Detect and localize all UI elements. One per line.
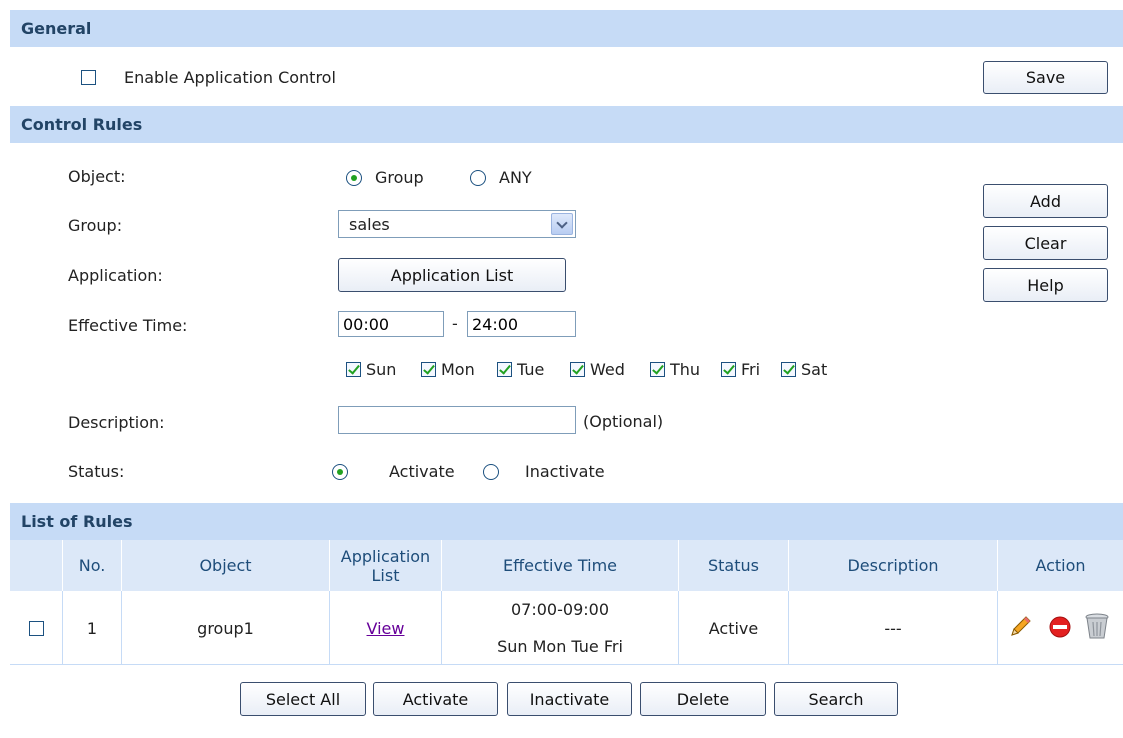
general-section-header: General (10, 10, 1123, 47)
trash-icon[interactable] (1084, 612, 1110, 640)
object-any-label: ANY (499, 168, 532, 187)
activate-button[interactable]: Activate (373, 682, 498, 716)
row-status: Active (679, 591, 789, 665)
effective-time-start-input[interactable] (338, 311, 444, 337)
description-label: Description: (68, 413, 165, 432)
day-sun-label: Sun (366, 360, 397, 379)
row-object: group1 (122, 591, 330, 665)
application-list-button[interactable]: Application List (338, 258, 566, 292)
object-group-label: Group (375, 168, 424, 187)
header-action: Action (1035, 556, 1086, 575)
effective-time-label: Effective Time: (68, 316, 188, 335)
day-sat-label: Sat (801, 360, 828, 379)
delete-button[interactable]: Delete (640, 682, 766, 716)
row-time-days: Sun Mon Tue Fri (497, 637, 623, 656)
enable-application-control-label: Enable Application Control (124, 68, 336, 87)
row-no: 1 (63, 591, 122, 665)
day-wed-checkbox[interactable] (570, 362, 585, 377)
status-inactivate-label: Inactivate (525, 462, 605, 481)
day-fri-label: Fri (741, 360, 761, 379)
header-status: Status (679, 540, 789, 591)
search-button[interactable]: Search (774, 682, 898, 716)
day-sun-checkbox[interactable] (346, 362, 361, 377)
header-effective-time: Effective Time (442, 540, 679, 591)
effective-time-end-input[interactable] (467, 311, 576, 337)
row-select-checkbox[interactable] (28, 620, 44, 636)
header-object: Object (122, 540, 330, 591)
header-no: No. (63, 540, 122, 591)
object-label: Object: (68, 167, 126, 186)
day-thu-label: Thu (670, 360, 701, 379)
day-thu-checkbox[interactable] (650, 362, 665, 377)
no-entry-icon[interactable] (1048, 615, 1072, 639)
help-button[interactable]: Help (983, 268, 1108, 302)
inactivate-button[interactable]: Inactivate (507, 682, 632, 716)
control-rules-section-header: Control Rules (10, 106, 1123, 143)
status-inactivate-radio[interactable] (483, 464, 499, 480)
header-application-list: Application List (330, 540, 442, 591)
row-time-range: 07:00-09:00 (511, 600, 609, 619)
status-activate-label: Activate (389, 462, 455, 481)
day-mon-label: Mon (441, 360, 475, 379)
row-select-cell (10, 591, 63, 665)
header-description: Description (789, 540, 998, 591)
header-select-col (10, 540, 63, 591)
application-label: Application: (68, 266, 163, 285)
optional-hint: (Optional) (583, 412, 664, 431)
group-select-value: sales (349, 215, 390, 234)
enable-application-control-checkbox[interactable] (81, 70, 96, 85)
row-application-list-cell: View (330, 591, 442, 665)
effective-time-separator: - (452, 314, 458, 333)
clear-button[interactable]: Clear (983, 226, 1108, 260)
status-activate-radio[interactable] (332, 464, 348, 480)
object-group-radio[interactable] (346, 170, 362, 186)
chevron-down-icon[interactable] (551, 213, 573, 235)
object-any-radio[interactable] (470, 170, 486, 186)
day-mon-checkbox[interactable] (421, 362, 436, 377)
day-sat-checkbox[interactable] (781, 362, 796, 377)
description-input[interactable] (338, 406, 576, 434)
save-button[interactable]: Save (983, 61, 1108, 94)
add-button[interactable]: Add (983, 184, 1108, 218)
day-tue-label: Tue (517, 360, 545, 379)
day-wed-label: Wed (590, 360, 625, 379)
status-label: Status: (68, 462, 125, 481)
day-fri-checkbox[interactable] (721, 362, 736, 377)
list-of-rules-section-header: List of Rules (10, 503, 1123, 540)
row-description: --- (789, 591, 998, 665)
pencil-icon[interactable] (1009, 614, 1033, 638)
group-label: Group: (68, 216, 123, 235)
view-link[interactable]: View (367, 619, 405, 638)
row-effective-time: 07:00-09:00 Sun Mon Tue Fri (442, 591, 679, 665)
select-all-button[interactable]: Select All (240, 682, 366, 716)
day-tue-checkbox[interactable] (497, 362, 512, 377)
group-select[interactable]: sales (338, 210, 576, 238)
